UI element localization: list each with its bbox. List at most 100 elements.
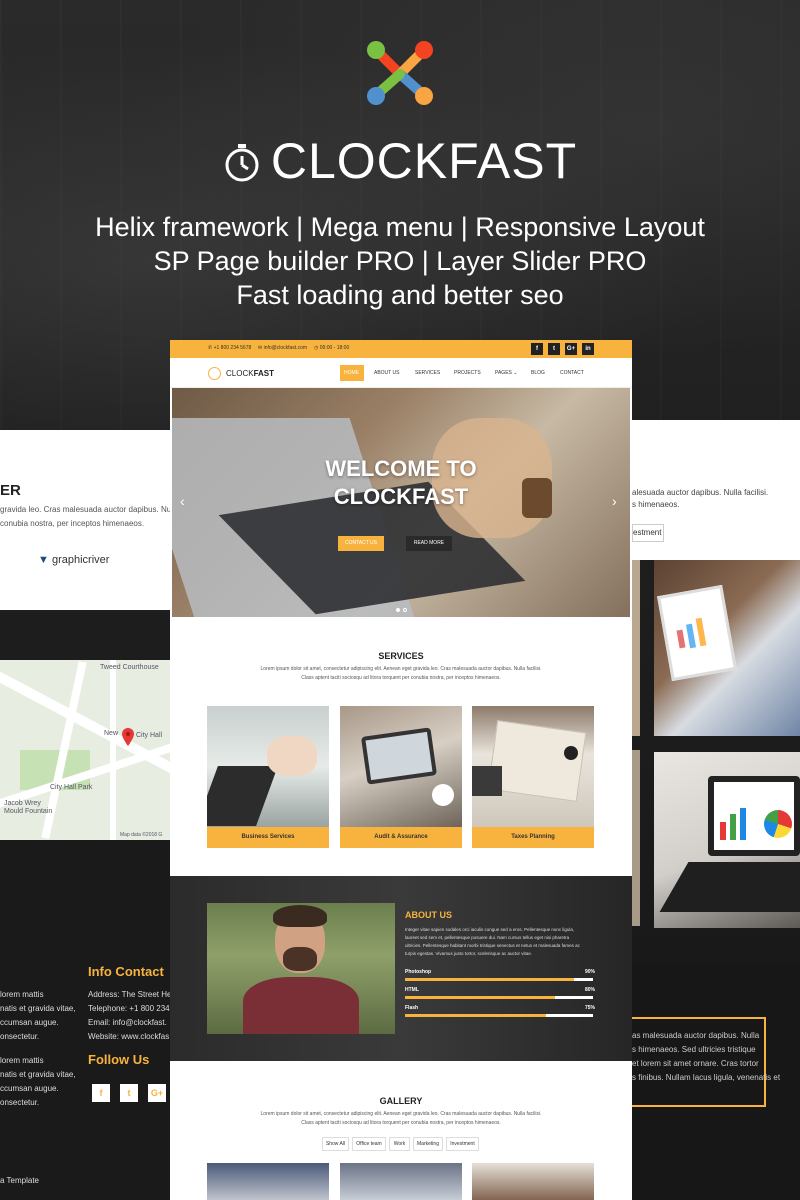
right-dark-text: s himenaeos. Sed ultricies tristique (632, 1045, 756, 1054)
gallery-item[interactable] (340, 1163, 462, 1200)
follow-us-title: Follow Us (88, 1052, 150, 1067)
gallery-text-1: Lorem ipsum dolor sit amet, consectetur … (260, 1111, 542, 1117)
services-text-1: Lorem ipsum dolor sit amet, consectetur … (260, 666, 542, 672)
info-line: Website: www.clockfas (88, 1032, 170, 1041)
service-card-caption: Audit & Assurance (340, 827, 462, 848)
nav-brand[interactable]: CLOCKFAST (226, 369, 274, 378)
nav-contact[interactable]: CONTACT (560, 370, 584, 376)
email-value: info@clockfast.com (263, 345, 308, 351)
google-plus-icon[interactable]: G+ (148, 1084, 166, 1102)
joomla-logo-icon (367, 41, 433, 105)
right-dark-text: as malesuada auctor dapibus. Nulla (632, 1031, 760, 1040)
hero-tagline-1: Helix framework | Mega menu | Responsive… (95, 212, 705, 242)
about-text: turpis egestas. Vivamus justo tortor, sc… (405, 951, 532, 956)
twitter-icon[interactable]: t (548, 343, 560, 355)
map-label: New (104, 730, 119, 737)
nav-services[interactable]: SERVICES (415, 370, 440, 376)
slider-dot[interactable] (403, 608, 407, 612)
nav-pages[interactable]: PAGES ⌄ (495, 370, 517, 376)
skill-label: HTML (405, 987, 419, 993)
stopwatch-icon (225, 144, 259, 182)
about-photo (207, 903, 395, 1034)
google-plus-icon[interactable]: G+ (565, 343, 577, 355)
service-card[interactable]: Taxes Planning (472, 706, 594, 848)
info-line: Email: info@clockfast. (88, 1018, 167, 1027)
filter-work[interactable]: Work (389, 1137, 410, 1151)
footer-text: onsectetur. (0, 1098, 40, 1107)
right-text-1: alesuada auctor dapibus. Nulla facilisi. (632, 488, 769, 497)
info-contact-title: Info Contact (88, 964, 164, 979)
slider-title-2: CLOCKFAST (333, 484, 469, 509)
linkedin-icon[interactable]: in (582, 343, 594, 355)
about-text: Integer vitae sapien sodales orci iaculi… (405, 927, 575, 932)
service-card-image (207, 706, 329, 827)
map-label: Jacob Wrey (4, 800, 41, 807)
skill-bar (405, 996, 593, 999)
map-label: Mould Fountain (4, 808, 53, 815)
filter-marketing[interactable]: Marketing (413, 1137, 443, 1151)
slider-next-icon[interactable]: › (612, 493, 617, 509)
left-text-2: conubia nostra, per inceptos himenaeos. (0, 519, 145, 528)
right-gallery-photo (632, 750, 640, 926)
service-card[interactable]: Business Services (207, 706, 329, 848)
main-preview: ✆ +1 800 234 5678 ✉ info@clockfast.com ◷… (170, 340, 632, 1200)
right-preview: alesuada auctor dapibus. Nulla facilisi.… (632, 420, 800, 1200)
service-card[interactable]: Audit & Assurance (340, 706, 462, 848)
contact-us-button[interactable]: CONTACT US (338, 536, 384, 551)
right-gallery-photo-tablet (654, 560, 800, 736)
investment-filter-button[interactable]: estment (632, 524, 664, 542)
skill-bar (405, 1014, 593, 1017)
slider-title-1: WELCOME TO (325, 456, 477, 481)
services-title: SERVICES (378, 651, 424, 661)
right-gallery-photo-laptop (654, 752, 800, 928)
skill-bar (405, 978, 593, 981)
right-dark-text: s finibus. Nullam lacus ligula, venenati… (632, 1073, 781, 1082)
hours-text: ◷ 09:00 - 18:00 (314, 345, 350, 351)
filter-office-team[interactable]: Office team (352, 1137, 386, 1151)
footer-text: lorem mattis (0, 990, 44, 999)
about-section: ABOUT US Integer vitae sapien sodales or… (170, 876, 632, 1061)
gallery-item[interactable] (207, 1163, 329, 1200)
nav-home[interactable]: HOME (344, 370, 359, 376)
footer-text: onsectetur. (0, 1032, 40, 1041)
footer-text: lorem mattis (0, 1056, 44, 1065)
service-card-caption: Taxes Planning (472, 827, 594, 848)
right-preview-testimonial: as malesuada auctor dapibus. Nulla s him… (632, 965, 800, 1200)
service-card-caption: Business Services (207, 827, 329, 848)
slider-prev-icon[interactable]: ‹ (180, 493, 185, 509)
left-text-1: gravida leo. Cras malesuada auctor dapib… (0, 505, 180, 514)
facebook-icon[interactable]: f (92, 1084, 110, 1102)
service-card-image (472, 706, 594, 827)
skill-bar-fill (405, 978, 575, 981)
footer-text: natis et gravida vitae, (0, 1070, 76, 1079)
email-text[interactable]: ✉ info@clockfast.com (258, 345, 307, 351)
map-label: City Hall Park (50, 784, 93, 791)
map-label: Tweed Courthouse (100, 664, 159, 671)
top-bar: ✆ +1 800 234 5678 ✉ info@clockfast.com ◷… (170, 340, 632, 358)
skill-value: 90% (585, 969, 596, 975)
about-text: laoreet sed sem et, pellentesque posuere… (405, 935, 570, 940)
map[interactable]: Tweed Courthouse New City Hall City Hall… (0, 660, 170, 840)
skill-label: Photoshop (405, 969, 432, 975)
read-more-button[interactable]: READ MORE (406, 536, 452, 551)
nav-blog[interactable]: BLOG (531, 370, 545, 376)
right-dark-text: et lorem sit amet ornare. Cras tortor (632, 1059, 759, 1068)
nav-about[interactable]: ABOUT US (374, 370, 399, 376)
gallery-item[interactable] (472, 1163, 594, 1200)
footer-text: ccumsan augue. (0, 1018, 59, 1027)
facebook-icon[interactable]: f (531, 343, 543, 355)
map-attribution: Map data ©2018 G (120, 832, 163, 838)
filter-show-all[interactable]: Show All (322, 1137, 349, 1151)
hours-value: 09:00 - 18:00 (319, 345, 350, 351)
stopwatch-icon[interactable] (208, 367, 221, 380)
left-preview-partners: ER gravida leo. Cras malesuada auctor da… (0, 430, 179, 610)
map-pin-icon (122, 728, 134, 746)
slider-dot-active[interactable] (396, 608, 400, 612)
navbar: CLOCKFAST HOME ABOUT US SERVICES PROJECT… (170, 358, 632, 388)
filter-investment[interactable]: Investment (446, 1137, 479, 1151)
skill-value: 75% (585, 1005, 596, 1011)
map-label: City Hall (136, 732, 163, 739)
nav-projects[interactable]: PROJECTS (454, 370, 481, 376)
skill-label: Flash (405, 1005, 419, 1011)
twitter-icon[interactable]: t (120, 1084, 138, 1102)
